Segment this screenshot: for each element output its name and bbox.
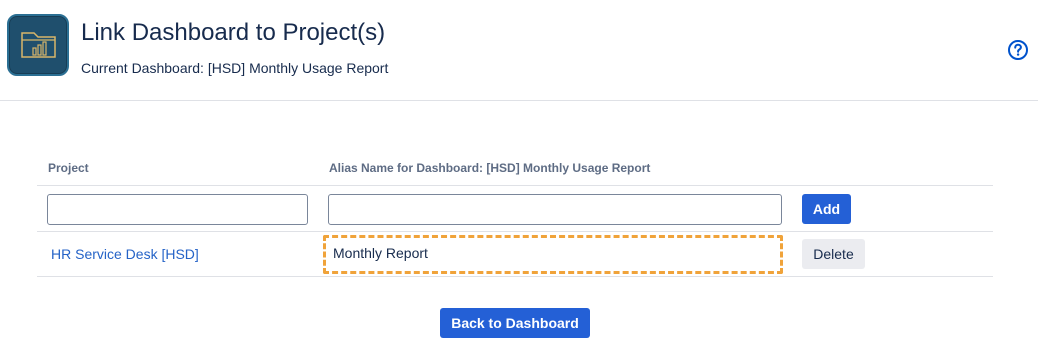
project-link[interactable]: HR Service Desk [HSD] [51, 245, 199, 263]
table-divider [37, 185, 993, 186]
column-header-alias: Alias Name for Dashboard: [HSD] Monthly … [329, 161, 651, 175]
column-header-project: Project [48, 161, 89, 175]
back-to-dashboard-button[interactable]: Back to Dashboard [440, 308, 590, 338]
add-button[interactable]: Add [802, 194, 851, 224]
page-title: Link Dashboard to Project(s) [81, 19, 386, 46]
alias-input[interactable] [328, 194, 782, 225]
delete-button[interactable]: Delete [802, 239, 865, 269]
dashboard-folder-icon [7, 14, 69, 76]
alias-value: Monthly Report [333, 245, 428, 261]
current-dashboard-label: Current Dashboard: [HSD] Monthly Usage R… [81, 60, 389, 76]
table-divider [37, 231, 993, 232]
project-input[interactable] [47, 194, 308, 225]
table-divider [37, 276, 993, 277]
help-question-icon[interactable] [1007, 39, 1029, 61]
page-header: Link Dashboard to Project(s) Current Das… [0, 0, 1038, 101]
